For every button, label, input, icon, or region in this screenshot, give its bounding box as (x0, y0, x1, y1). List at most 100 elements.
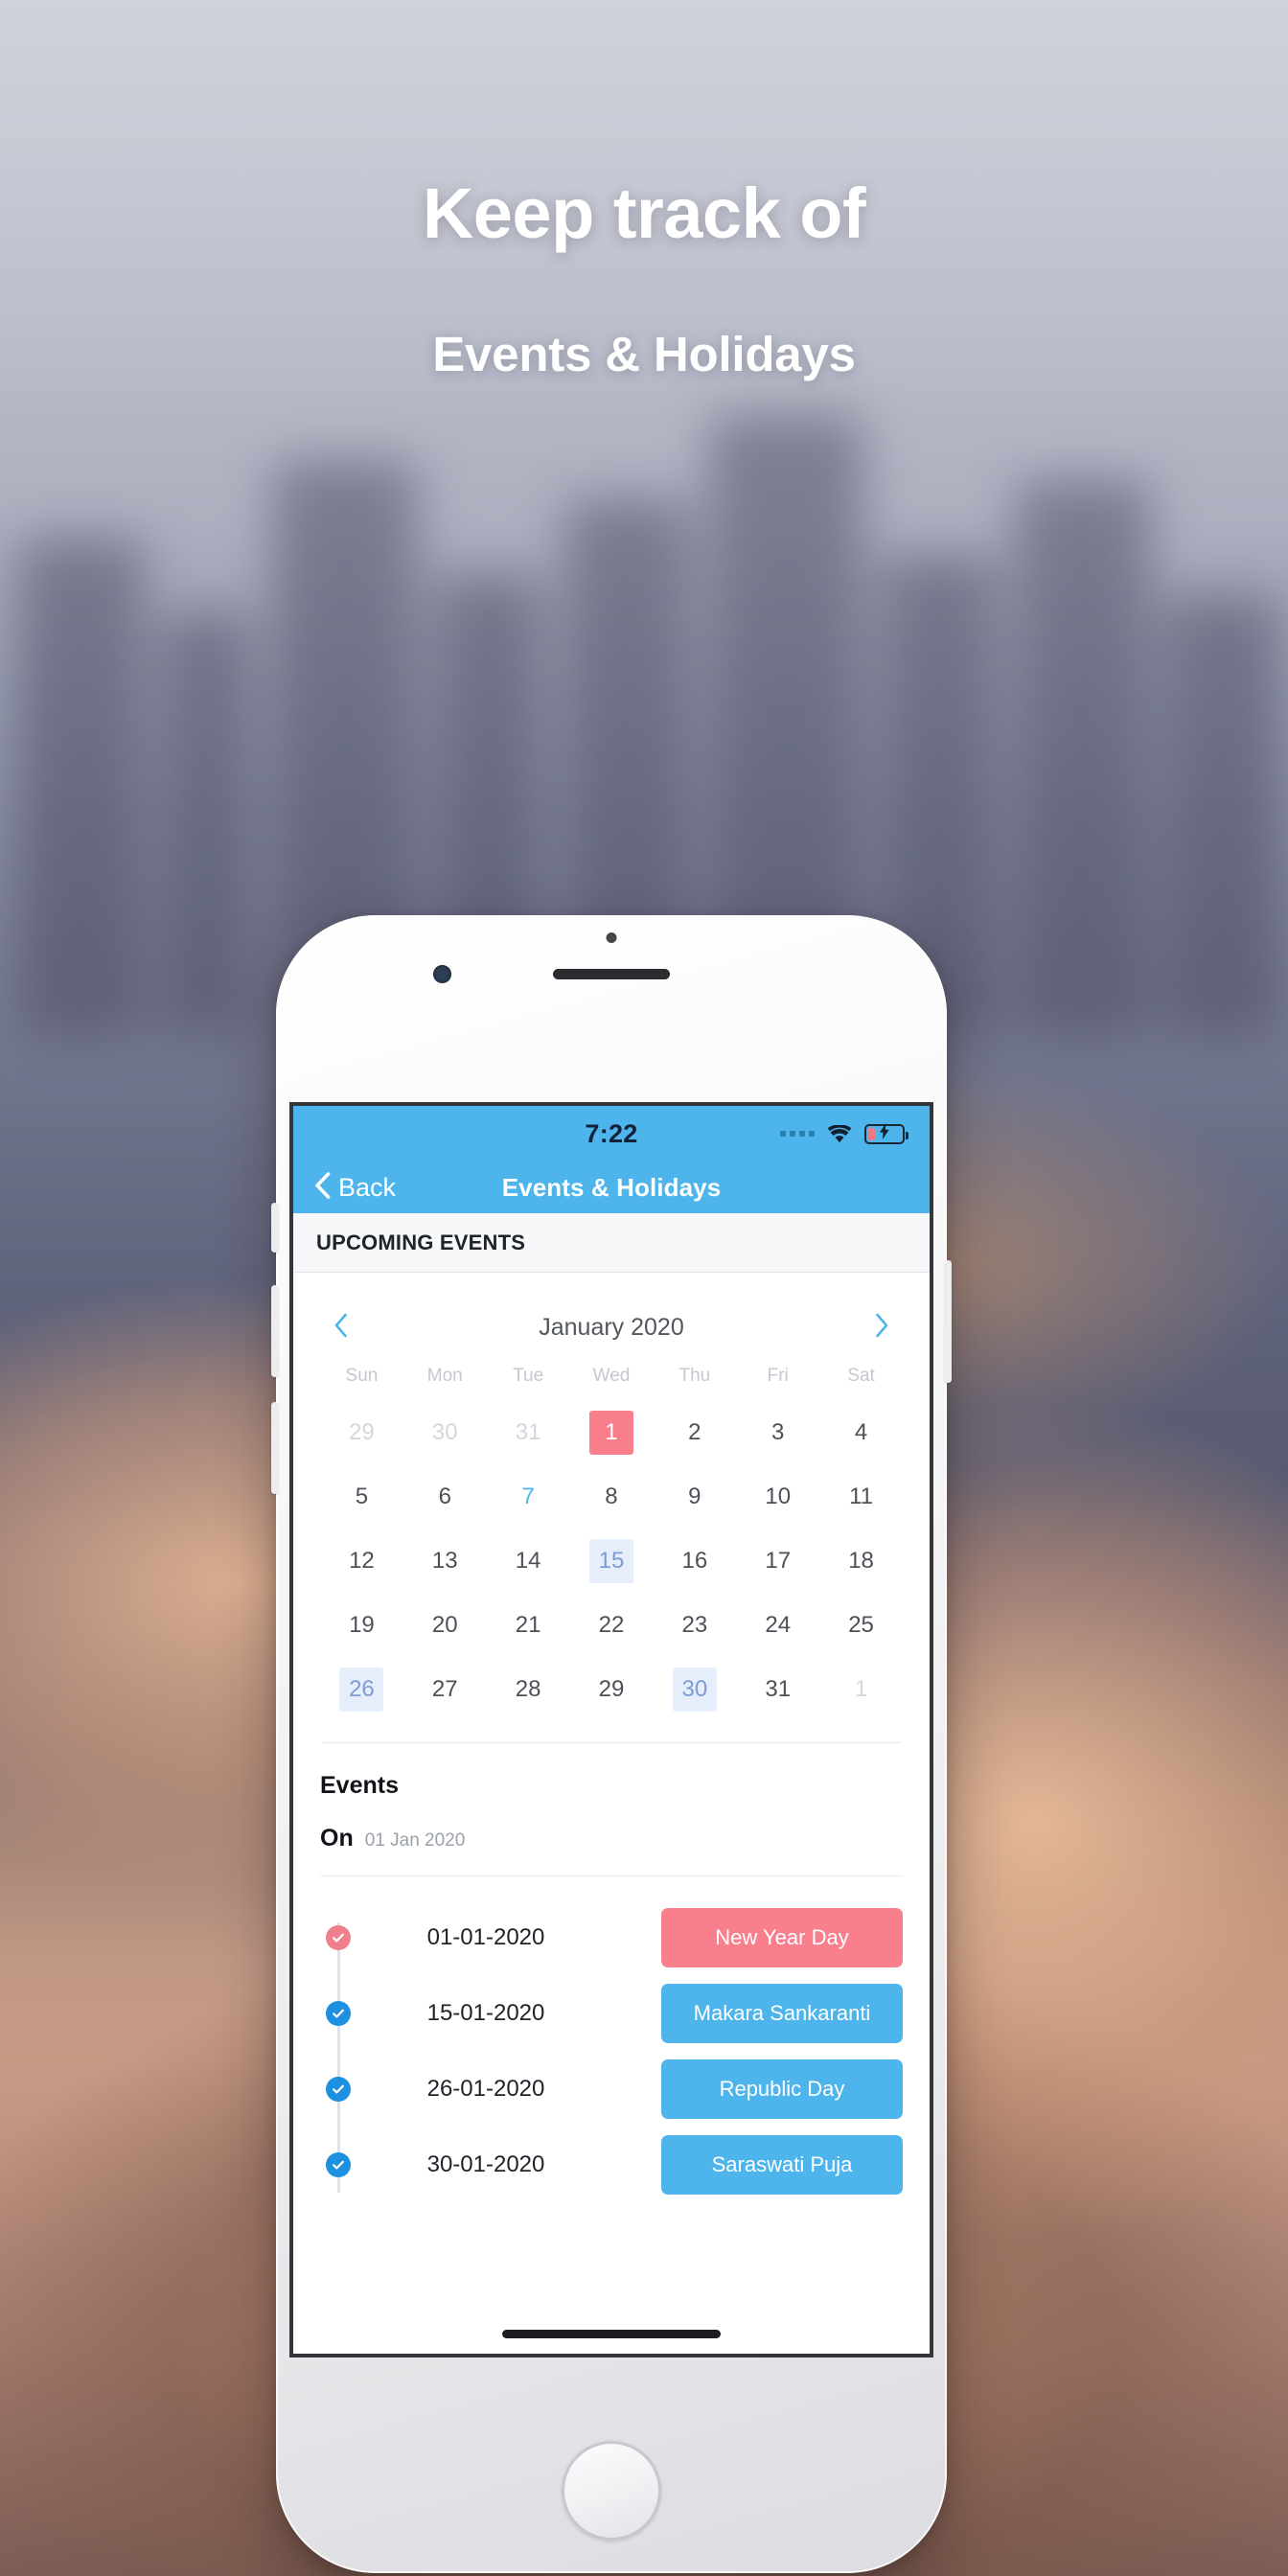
calendar-day-cell[interactable]: 21 (487, 1593, 570, 1657)
calendar-day-number: 29 (349, 1418, 375, 1445)
phone-mockup: 7:22 Back Events & Holidays UPCOMING EVE… (271, 915, 952, 2573)
calendar-day-cell[interactable]: 15 (570, 1529, 654, 1593)
section-header-label: UPCOMING EVENTS (316, 1230, 526, 1254)
calendar-day-number: 4 (854, 1418, 868, 1445)
event-row[interactable]: 15-01-2020 Makara Sankaranti (320, 1975, 903, 2051)
event-date: 30-01-2020 (426, 2150, 545, 2177)
calendar-day-cell[interactable]: 24 (736, 1593, 819, 1657)
chevron-right-icon (875, 1313, 889, 1342)
calendar-day-number: 28 (515, 1675, 541, 1702)
calendar-day-number: 17 (765, 1547, 792, 1574)
calendar-day-cell[interactable]: 22 (570, 1593, 654, 1657)
calendar-prev-month-button[interactable] (326, 1309, 356, 1346)
calendar-day-cell[interactable]: 10 (736, 1464, 819, 1529)
calendar-day-number: 29 (598, 1675, 625, 1702)
page-title: Events & Holidays (501, 1172, 722, 1202)
calendar-day-cell[interactable]: 3 (736, 1400, 819, 1464)
event-name-badge[interactable]: New Year Day (661, 1907, 903, 1967)
calendar-day-cell[interactable]: 16 (653, 1529, 736, 1593)
calendar-day-cell[interactable]: 11 (819, 1464, 903, 1529)
calendar-day-cell[interactable]: 25 (819, 1593, 903, 1657)
calendar-weekday-fri: Fri (767, 1366, 789, 1386)
events-selected-date-row: On 01 Jan 2020 (320, 1825, 903, 1852)
chevron-left-icon (334, 1313, 348, 1342)
calendar-day-number: 1 (854, 1675, 868, 1702)
calendar-day-number: 16 (681, 1547, 708, 1574)
calendar-weekday-wed: Wed (592, 1366, 631, 1386)
phone-home-button[interactable] (562, 2441, 661, 2541)
event-name-badge[interactable]: Republic Day (661, 2058, 903, 2119)
event-date: 26-01-2020 (426, 2075, 545, 2102)
front-camera-icon (433, 965, 451, 983)
calendar-day-cell[interactable]: 19 (320, 1593, 403, 1657)
calendar-day-number: 8 (605, 1483, 618, 1509)
signal-dots-icon (780, 1131, 815, 1137)
calendar-day-cell[interactable]: 8 (570, 1464, 654, 1529)
calendar-day-cell[interactable]: 29 (320, 1400, 403, 1464)
event-name-badge[interactable]: Saraswati Puja (661, 2134, 903, 2195)
calendar-day-number: 18 (848, 1547, 874, 1574)
calendar-day-cell[interactable]: 31 (736, 1657, 819, 1721)
back-button-label: Back (338, 1172, 397, 1202)
calendar-day-cell[interactable]: 2 (653, 1400, 736, 1464)
check-circle-icon (326, 2151, 351, 2177)
calendar-day-cell[interactable]: 7 (487, 1464, 570, 1529)
calendar-day-cell[interactable]: 12 (320, 1529, 403, 1593)
calendar-day-number: 24 (765, 1611, 792, 1638)
calendar-day-cell[interactable]: 5 (320, 1464, 403, 1529)
events-section: Events On 01 Jan 2020 01-01-2020 New Year… (293, 1743, 930, 2202)
calendar-day-cell[interactable]: 30 (653, 1657, 736, 1721)
calendar-weekday-sat: Sat (847, 1366, 875, 1386)
calendar-day-cell[interactable]: 30 (403, 1400, 487, 1464)
status-bar-time: 7:22 (585, 1118, 638, 1148)
back-button[interactable]: Back (314, 1171, 397, 1204)
hero-text-block: Keep track of Events & Holidays (0, 178, 1288, 381)
event-date: 15-01-2020 (426, 1999, 545, 2026)
calendar-day-cell[interactable]: 4 (819, 1400, 903, 1464)
events-on-date: 01 Jan 2020 (364, 1830, 466, 1851)
events-on-label: On (320, 1825, 354, 1852)
calendar-day-cell[interactable]: 18 (819, 1529, 903, 1593)
section-header-upcoming-events: UPCOMING EVENTS (293, 1213, 930, 1273)
calendar-weekday-sun: Sun (345, 1366, 379, 1386)
event-row[interactable]: 26-01-2020 Republic Day (320, 2051, 903, 2127)
status-bar-indicators (780, 1123, 908, 1144)
calendar-day-number: 25 (848, 1611, 874, 1638)
calendar-day-number: 11 (849, 1483, 874, 1509)
calendar-day-cell[interactable]: 29 (570, 1657, 654, 1721)
calendar-day-cell[interactable]: 31 (487, 1400, 570, 1464)
calendar-day-number: 21 (515, 1611, 541, 1638)
check-circle-icon (326, 2076, 351, 2102)
status-bar: 7:22 (293, 1106, 930, 1162)
calendar-day-cell[interactable]: 1 (570, 1400, 654, 1464)
calendar-day-cell[interactable]: 1 (819, 1657, 903, 1721)
navigation-bar: Back Events & Holidays (293, 1162, 930, 1213)
event-name-badge[interactable]: Makara Sankaranti (661, 1983, 903, 2043)
calendar-next-month-button[interactable] (867, 1309, 897, 1346)
calendar-day-number: 10 (765, 1483, 792, 1509)
calendar-weekday-mon: Mon (426, 1366, 463, 1386)
calendar-day-cell[interactable]: 17 (736, 1529, 819, 1593)
calendar-day-cell[interactable]: 27 (403, 1657, 487, 1721)
calendar-day-cell[interactable]: 20 (403, 1593, 487, 1657)
hero-headline-line2: Events & Holidays (432, 327, 856, 381)
calendar-day-cell[interactable]: 9 (653, 1464, 736, 1529)
event-date: 01-01-2020 (426, 1923, 545, 1950)
calendar-day-number: 2 (688, 1418, 702, 1445)
phone-silent-switch (271, 1203, 278, 1253)
events-heading: Events (320, 1772, 399, 1799)
battery-charging-icon (864, 1123, 908, 1144)
calendar-day-cell[interactable]: 23 (653, 1593, 736, 1657)
calendar-day-cell[interactable]: 6 (403, 1464, 487, 1529)
event-row[interactable]: 01-01-2020 New Year Day (320, 1899, 903, 1975)
event-row[interactable]: 30-01-2020 Saraswati Puja (320, 2127, 903, 2202)
calendar-day-number: 26 (339, 1667, 384, 1712)
event-timeline-list: 01-01-2020 New Year Day 15-01-2020 Makara S… (320, 1876, 903, 2202)
calendar-day-cell[interactable]: 13 (403, 1529, 487, 1593)
calendar-day-cell[interactable]: 14 (487, 1529, 570, 1593)
calendar-day-cell[interactable]: 26 (320, 1657, 403, 1721)
calendar-day-cell[interactable]: 28 (487, 1657, 570, 1721)
calendar-weekday-thu: Thu (678, 1366, 711, 1386)
calendar-day-number: 12 (349, 1547, 375, 1574)
calendar-weekday-tue: Tue (513, 1366, 544, 1386)
